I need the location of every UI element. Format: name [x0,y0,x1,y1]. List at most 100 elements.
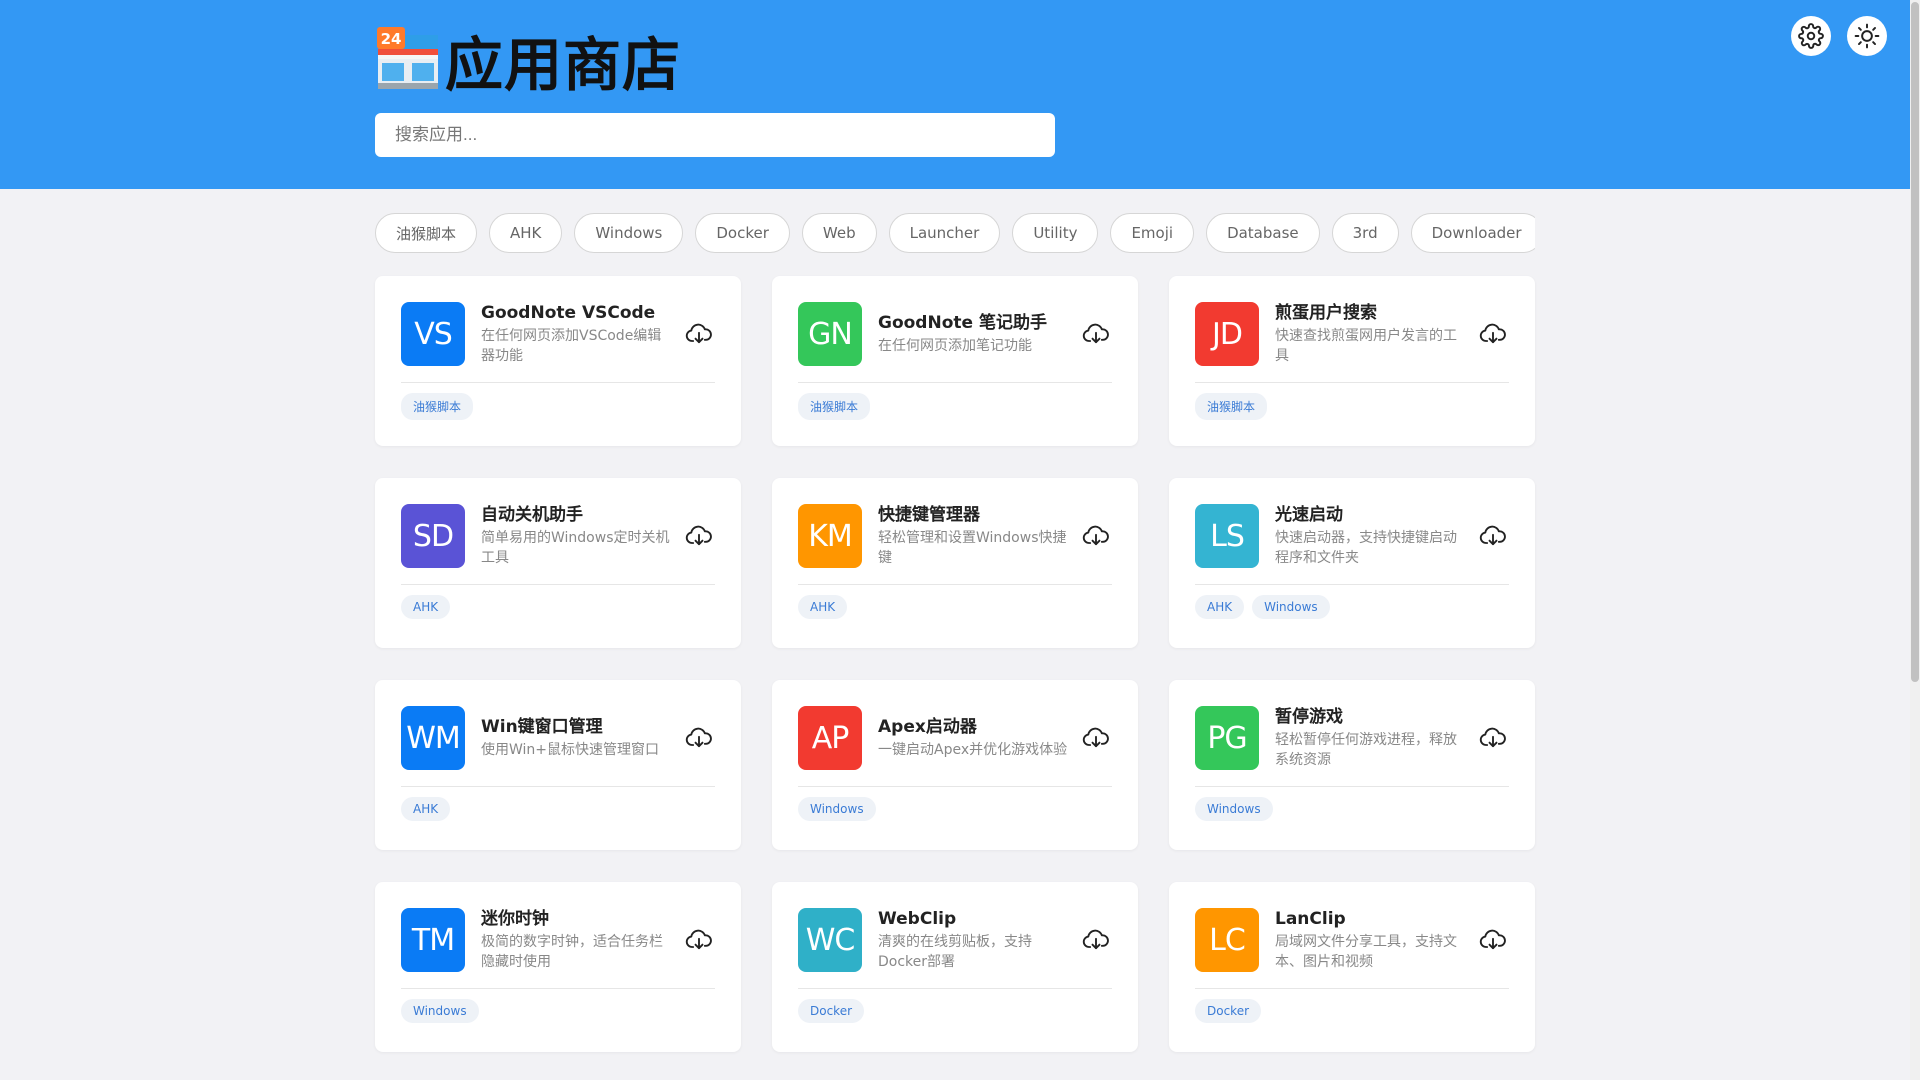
card-divider [401,584,715,585]
app-avatar: LS [1195,504,1259,568]
page-scrollbar[interactable] [1910,0,1920,1080]
app-card[interactable]: LC LanClip 局域网文件分享工具，支持文本、图片和视频 Docker [1169,882,1535,1052]
app-tags: Docker [1195,999,1509,1023]
cloud-download-icon [1479,929,1506,950]
app-card[interactable]: JD 煎蛋用户搜索 快速查找煎蛋网用户发言的工具 油猴脚本 [1169,276,1535,446]
card-divider [1195,786,1509,787]
card-divider [798,786,1112,787]
app-card[interactable]: VS GoodNote VSCode 在任何网页添加VSCode编辑器功能油猴脚本 [375,276,741,446]
app-card[interactable]: LS 光速启动 快速启动器，支持快捷键启动程序和文件夹 AHK Windows [1169,478,1535,648]
app-card[interactable]: SD 自动关机助手 简单易用的Windows定时关机工具 AHK [375,478,741,648]
filter-chip[interactable]: Launcher [888,213,1001,253]
filter-chip[interactable]: 3rd [1331,213,1399,253]
download-button[interactable] [683,520,715,552]
scrollbar-thumb[interactable] [1911,2,1919,682]
app-card[interactable]: WC WebClip 清爽的在线剪贴板，支持Docker部署 Docker [772,882,1138,1052]
download-button[interactable] [683,722,715,754]
filter-chip[interactable]: Utility [1012,213,1099,253]
download-button[interactable] [1080,924,1112,956]
app-avatar: LC [1195,908,1259,972]
card-divider [401,988,715,989]
app-description: 快速启动器，支持快捷键启动程序和文件夹 [1275,530,1457,566]
settings-button[interactable] [1791,16,1831,56]
app-tag: AHK [798,595,848,619]
filter-chip[interactable]: Docker [695,213,790,253]
app-card[interactable]: WM Win键窗口管理 使用Win+鼠标快速管理窗口 AHK [375,680,741,850]
app-tag: Windows [798,797,876,821]
app-name: GoodNote 笔记助手 [878,313,1047,333]
app-name: GoodNote VSCode [481,303,656,323]
filter-chip[interactable]: 油猴脚本 [375,213,478,253]
app-name: WebClip [878,909,957,929]
app-description: 在任何网页添加VSCode编辑器功能 [481,328,662,364]
card-divider [401,382,715,383]
download-button[interactable] [683,318,715,350]
theme-toggle-button[interactable] [1847,16,1887,56]
app-description: 一键启动Apex并优化游戏体验 [878,742,1068,758]
download-button[interactable] [1477,722,1509,754]
filter-chip[interactable]: Web [801,213,877,253]
app-name: Win键窗口管理 [481,717,603,737]
download-button[interactable] [1477,924,1509,956]
card-divider [798,382,1112,383]
download-button[interactable] [683,924,715,956]
cloud-download-icon [1082,525,1109,546]
app-tag: Windows [1252,595,1330,619]
app-avatar: VS [401,302,465,366]
app-tags: 油猴脚本 [401,393,715,420]
app-description: 清爽的在线剪贴板，支持Docker部署 [878,934,1032,970]
app-name: 煎蛋用户搜索 [1275,303,1377,323]
filter-chip[interactable]: Downloader [1410,213,1535,253]
app-tag: 油猴脚本 [798,393,871,420]
app-tag: Docker [798,999,865,1023]
app-avatar: WC [798,908,862,972]
card-divider [798,584,1112,585]
cloud-download-icon [685,727,712,748]
app-name: 迷你时钟 [481,909,549,929]
header: 24 应用商店 [0,0,1910,189]
app-tags: Docker [798,999,1112,1023]
app-name: 光速启动 [1275,505,1343,525]
app-description: 使用Win+鼠标快速管理窗口 [481,742,660,758]
app-avatar: AP [798,706,862,770]
sun-icon [1854,23,1880,49]
app-tags: AHK [798,595,1112,619]
cloud-download-icon [685,929,712,950]
filter-chip[interactable]: Windows [574,213,684,253]
app-description: 极简的数字时钟，适合任务栏隐藏时使用 [481,934,663,970]
filter-chip[interactable]: AHK [489,213,563,253]
app-description: 快速查找煎蛋网用户发言的工具 [1275,328,1457,364]
cloud-download-icon [1479,323,1506,344]
app-grid: VS GoodNote VSCode 在任何网页添加VSCode编辑器功能油猴脚本 G… [375,276,1535,1052]
app-card[interactable]: KM 快捷键管理器 轻松管理和设置Windows快捷键 AHK [772,478,1138,648]
card-divider [1195,382,1509,383]
page-title-text: 应用商店 [445,31,682,99]
download-button[interactable] [1477,520,1509,552]
category-filter-bar: 油猴脚本 AHK Windows Docker Web Launcher Utility Em… [375,213,1535,253]
filter-chip[interactable]: Database [1206,213,1320,253]
download-button[interactable] [1080,520,1112,552]
filter-chip[interactable]: Emoji [1110,213,1195,253]
app-avatar: JD [1195,302,1259,366]
app-card[interactable]: AP Apex启动器 一键启动Apex并优化游戏体验 Windows [772,680,1138,850]
cloud-download-icon [1479,525,1506,546]
search-input[interactable] [375,113,1055,157]
app-name: 暂停游戏 [1275,707,1343,727]
convenience-store-icon: 24 [377,27,438,89]
cloud-download-icon [1082,727,1109,748]
svg-text:24: 24 [381,30,402,48]
gear-icon [1798,23,1824,49]
app-card[interactable]: PG 暂停游戏 轻松暂停任何游戏进程，释放系统资源 Windows [1169,680,1535,850]
app-tag: Docker [1195,999,1262,1023]
cloud-download-icon [685,323,712,344]
app-card[interactable]: TM 迷你时钟 极简的数字时钟，适合任务栏隐藏时使用 Windows [375,882,741,1052]
download-button[interactable] [1080,318,1112,350]
download-button[interactable] [1477,318,1509,350]
cloud-download-icon [1479,727,1506,748]
app-card[interactable]: GN GoodNote 笔记助手 在任何网页添加笔记功能 油猴脚本 [772,276,1138,446]
app-avatar: PG [1195,706,1259,770]
app-name: 自动关机助手 [481,505,583,525]
download-button[interactable] [1080,722,1112,754]
app-description: 在任何网页添加笔记功能 [878,338,1032,354]
app-avatar: KM [798,504,862,568]
